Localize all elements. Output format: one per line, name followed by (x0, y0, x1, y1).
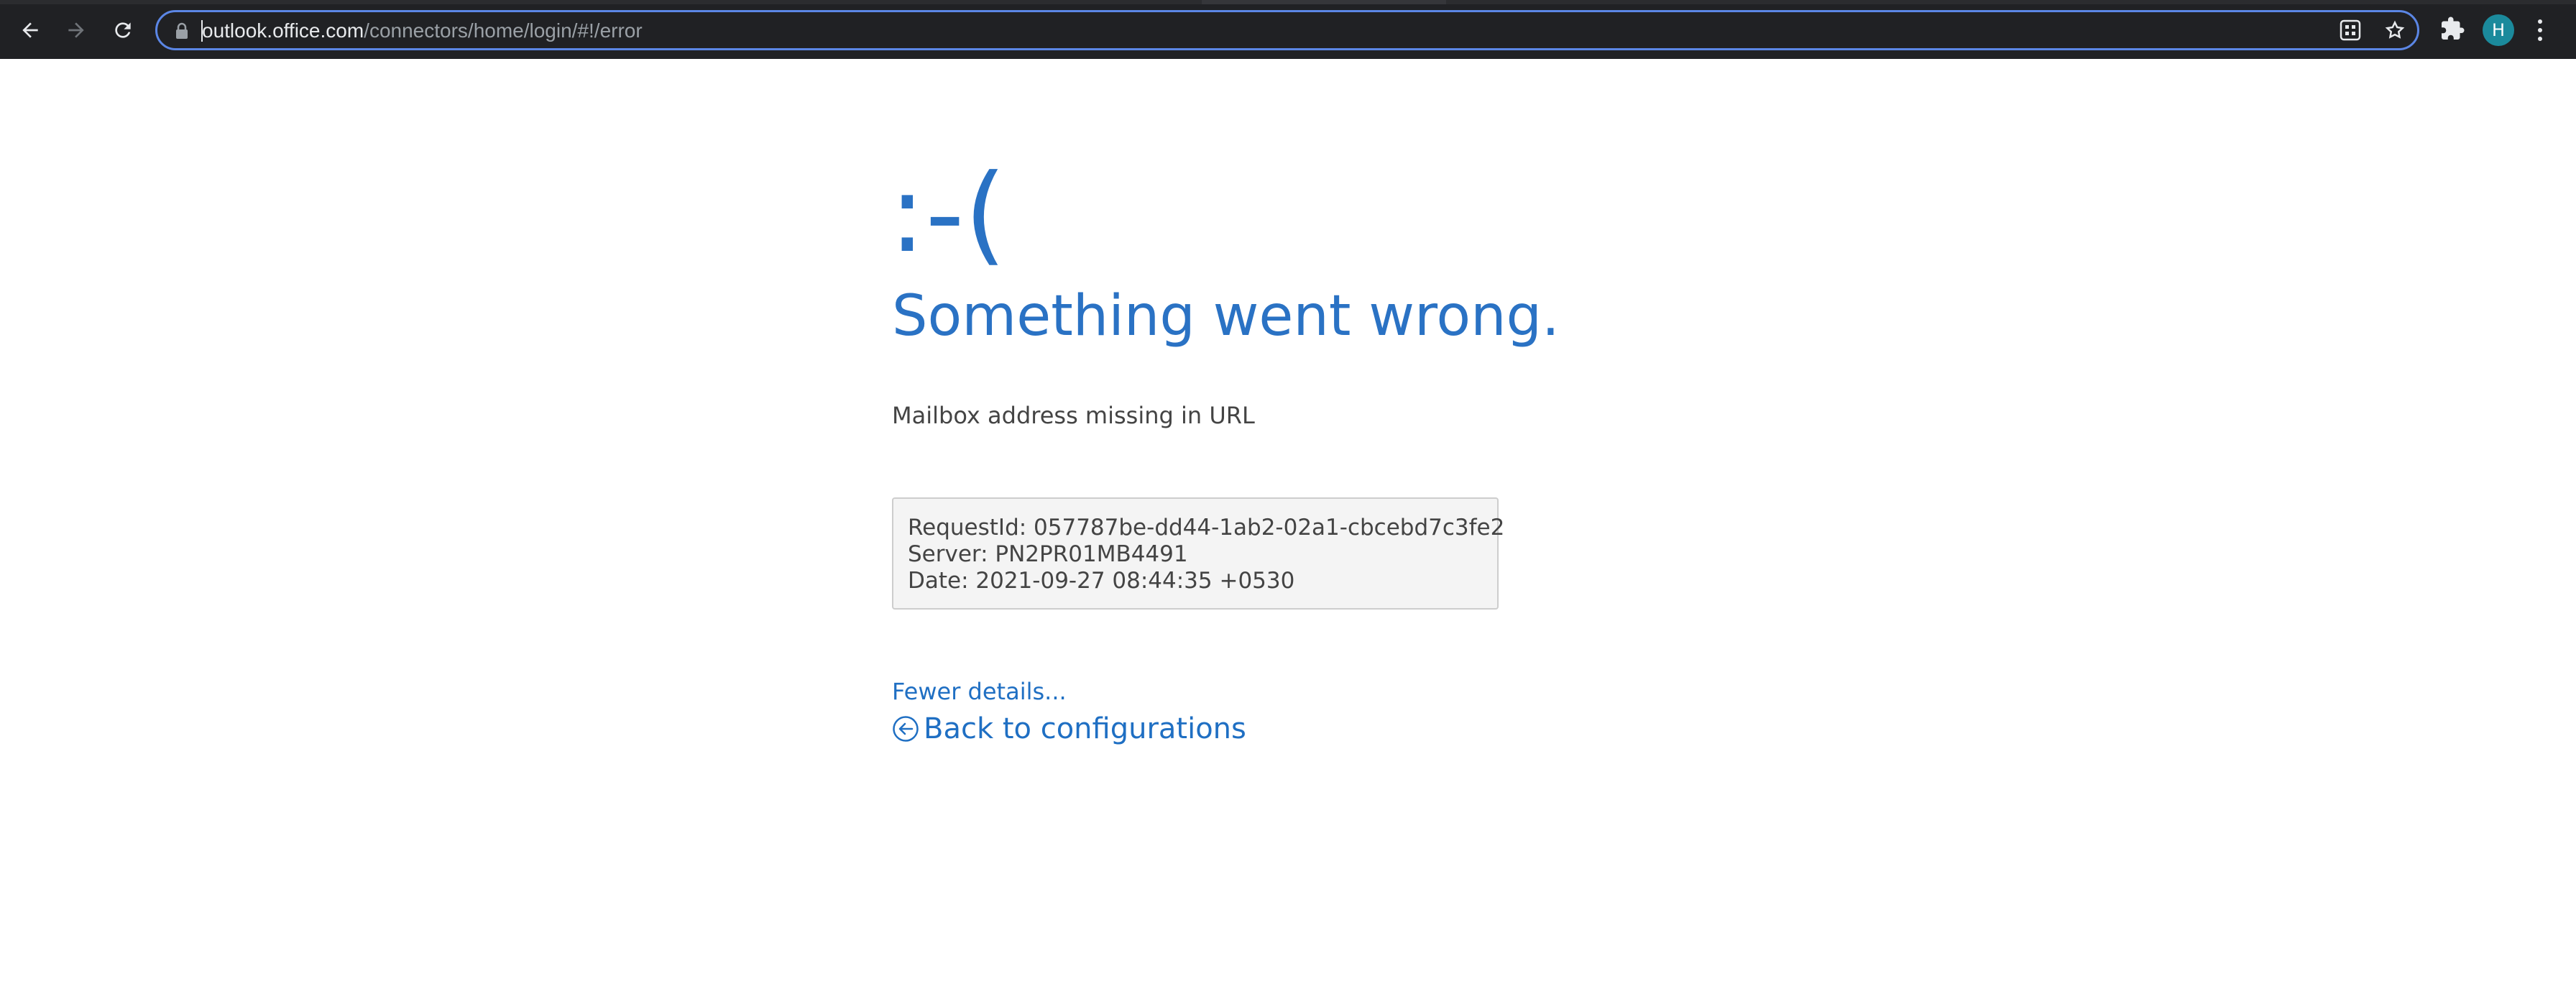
profile-avatar[interactable]: H (2483, 14, 2514, 46)
url-text[interactable]: outlook.office.com/connectors/home/login… (202, 20, 643, 42)
back-to-configurations-link[interactable]: Back to configurations (892, 710, 1246, 748)
error-message: Mailbox address missing in URL (892, 402, 1255, 429)
reload-icon (115, 22, 131, 38)
forward-button[interactable] (60, 14, 92, 46)
error-title: Something went wrong. (892, 284, 1560, 349)
address-bar[interactable]: outlook.office.com/connectors/home/login… (155, 10, 2419, 50)
url-host: outlook.office.com (202, 19, 364, 42)
back-button[interactable] (14, 14, 46, 46)
star-icon[interactable] (2384, 19, 2406, 41)
arrow-left-icon (22, 22, 38, 38)
reload-button[interactable] (107, 14, 139, 46)
kebab-menu-icon[interactable] (2534, 17, 2546, 43)
date-text: Date: 2021-09-27 08:44:35 +0530 (908, 568, 1295, 594)
puzzle-icon[interactable] (2439, 16, 2465, 42)
qr-code-icon[interactable] (2340, 19, 2361, 41)
lock-icon[interactable] (175, 22, 189, 40)
sad-face-emoticon: :-( (889, 152, 1007, 277)
arrow-right-icon (68, 22, 84, 38)
fewer-details-link[interactable]: Fewer details... (892, 677, 1067, 706)
request-id-text: RequestId: 057787be-dd44-1ab2-02a1-cbceb… (908, 515, 1505, 541)
back-link-label: Back to configurations (924, 712, 1246, 745)
server-text: Server: PN2PR01MB4491 (908, 541, 1188, 567)
tab-strip (0, 0, 2576, 4)
error-details-box: RequestId: 057787be-dd44-1ab2-02a1-cbceb… (892, 497, 1505, 610)
tab-edge (1202, 0, 1446, 4)
url-path: /connectors/home/login/#!/error (364, 19, 643, 42)
browser-toolbar: outlook.office.com/connectors/home/login… (0, 0, 2576, 59)
circle-arrow-left-icon (893, 716, 919, 742)
